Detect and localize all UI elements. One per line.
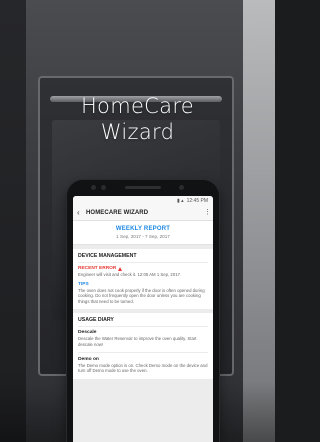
recent-error-label: RECENT ERROR xyxy=(78,266,208,271)
headline-line2: Wizard xyxy=(100,120,175,144)
status-time: 12:45 PM xyxy=(186,197,208,204)
recent-error-text: RECENT ERROR xyxy=(78,266,117,271)
device-management-card[interactable]: DEVICE MANAGEMENT RECENT ERROR Engineer … xyxy=(73,249,213,310)
earpiece-speaker xyxy=(125,186,161,189)
headline: HomeCare Wizard xyxy=(0,93,275,145)
phone-top-bezel xyxy=(67,180,219,194)
diary-item-text: Descale the Water Reservoir to improve t… xyxy=(78,336,197,347)
status-icons: ▮ ▴ xyxy=(176,197,184,204)
diary-divider xyxy=(78,351,208,353)
iris-sensor-icon xyxy=(179,185,184,190)
front-camera-icon xyxy=(91,185,96,190)
more-options-icon[interactable]: ⋮ xyxy=(204,209,211,216)
back-arrow-icon[interactable]: ‹ xyxy=(77,208,86,217)
headline-line1: HomeCare xyxy=(80,94,195,118)
recent-error-detail: Engineer will visit and check it. 12:05 … xyxy=(78,272,180,277)
sensor-icon xyxy=(101,185,106,190)
app-screen: ▮ ▴ 12:45 PM ‹ HOMECARE WIZARD ⋮ WEEKLY … xyxy=(73,196,213,442)
usage-diary-card[interactable]: USAGE DIARY Descale Descale the Water Re… xyxy=(73,313,213,379)
diary-item-title[interactable]: Descale xyxy=(78,330,208,335)
diary-item-text: The Demo mode option is on. Check Demo m… xyxy=(78,362,208,374)
diary-item-title[interactable]: Demo on xyxy=(78,357,208,362)
tips-detail: The oven does not cook properly if the d… xyxy=(78,287,205,304)
status-bar: ▮ ▴ 12:45 PM xyxy=(73,196,213,205)
app-title: HOMECARE WIZARD xyxy=(86,209,149,216)
tips-label: TIPS xyxy=(78,281,89,287)
usage-diary-heading: USAGE DIARY xyxy=(78,317,208,328)
weekly-report-header[interactable]: WEEKLY REPORT 1 Sep, 2017 - 7 Sep, 2017 xyxy=(73,221,213,245)
report-title: WEEKLY REPORT xyxy=(115,226,171,232)
report-date-range: 1 Sep, 2017 - 7 Sep, 2017 xyxy=(116,234,170,239)
phone-device: ▮ ▴ 12:45 PM ‹ HOMECARE WIZARD ⋮ WEEKLY … xyxy=(67,180,219,442)
device-management-heading: DEVICE MANAGEMENT xyxy=(78,253,208,263)
app-bar: ‹ HOMECARE WIZARD ⋮ xyxy=(73,205,213,221)
right-wall xyxy=(243,0,275,442)
left-wall xyxy=(0,0,26,442)
warning-icon xyxy=(118,266,123,271)
